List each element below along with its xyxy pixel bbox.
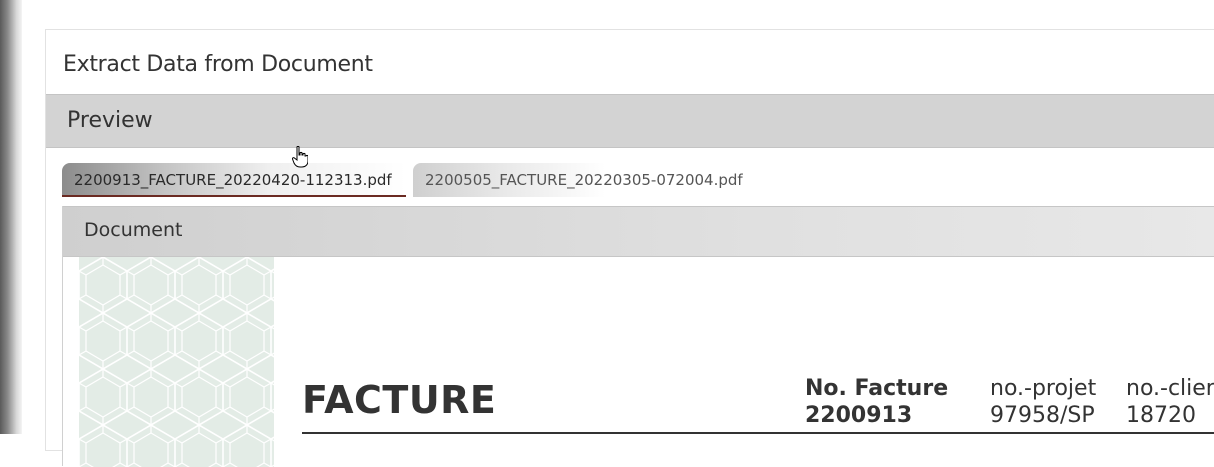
preview-section-header[interactable]: Preview: [46, 94, 1214, 148]
client-number-value: 18720: [1126, 403, 1196, 428]
preview-label: Preview: [67, 108, 153, 133]
decorative-pattern-image: [79, 257, 274, 467]
tab-document-2[interactable]: 2200505_FACTURE_20220305-072004.pdf: [413, 163, 763, 197]
project-number-label: no.-projet: [990, 376, 1097, 401]
panel-title: Extract Data from Document: [63, 52, 373, 77]
document-label: Document: [84, 219, 183, 241]
window-edge-shadow: [0, 0, 22, 434]
tab-document-1[interactable]: 2200913_FACTURE_20220420-112313.pdf: [62, 163, 406, 197]
document-panel: Document FACTURE No. Facture 2200913 no.…: [62, 206, 1214, 467]
hand-pointer-icon: [292, 146, 308, 168]
client-number-label: no.-client: [1126, 376, 1214, 401]
extract-data-panel: Extract Data from Document Preview 22009…: [45, 29, 1214, 467]
project-number-value: 97958/SP: [990, 403, 1095, 428]
invoice-number-value: 2200913: [805, 403, 913, 428]
invoice-heading: FACTURE: [302, 378, 497, 422]
document-section-header[interactable]: Document: [63, 206, 1214, 257]
invoice-number-label: No. Facture: [805, 376, 949, 401]
